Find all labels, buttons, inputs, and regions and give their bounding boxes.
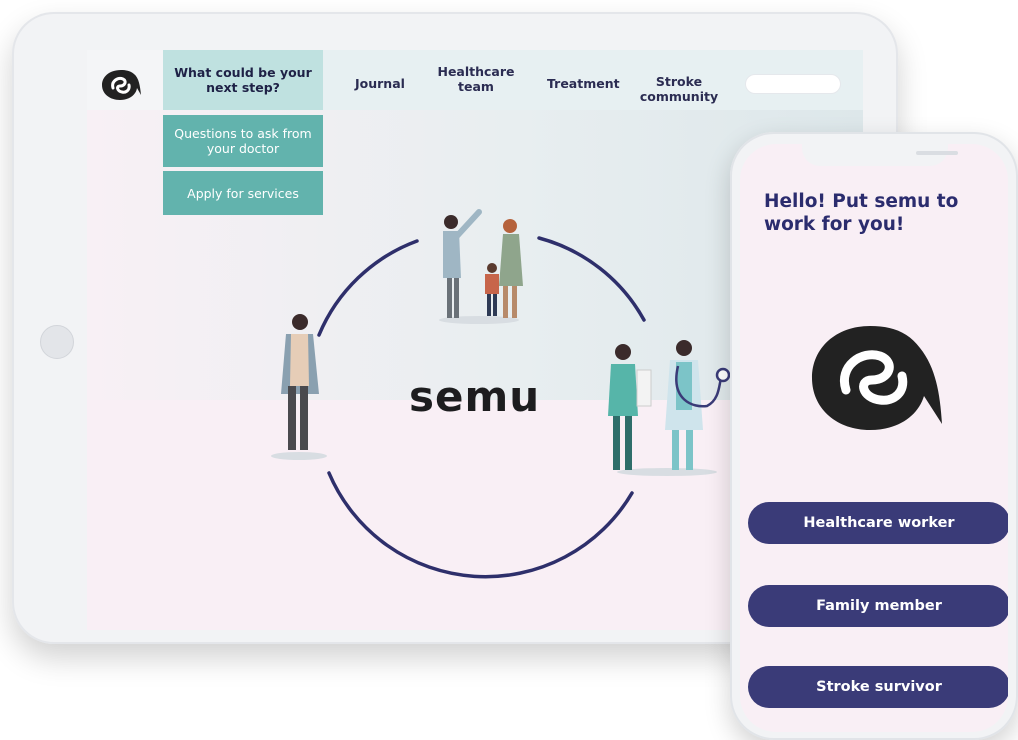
phone-screen: Hello! Put semu to work for you! Healthc… — [740, 144, 1008, 732]
arc-top-right — [537, 236, 646, 322]
greeting-heading: Hello! Put semu to work for you! — [764, 191, 959, 235]
phone-device: Hello! Put semu to work for you! Healthc… — [730, 132, 1018, 740]
phone-notch — [802, 144, 958, 166]
family-member-label: Family member — [816, 598, 942, 614]
doctors-illustration — [608, 340, 731, 476]
semu-logo-icon — [812, 326, 942, 430]
healthcare-worker-button[interactable]: Healthcare worker — [748, 502, 1008, 544]
stroke-survivor-label: Stroke survivor — [816, 679, 942, 695]
phone-speaker — [916, 151, 958, 155]
brand-wordmark: semu — [409, 372, 541, 421]
family-illustration — [439, 209, 523, 324]
arc-bottom — [327, 471, 634, 579]
tablet-home-button[interactable] — [40, 325, 74, 359]
stroke-survivor-button[interactable]: Stroke survivor — [748, 666, 1008, 708]
arc-top-left — [317, 239, 419, 337]
family-member-button[interactable]: Family member — [748, 585, 1008, 627]
healthcare-worker-label: Healthcare worker — [803, 515, 955, 531]
